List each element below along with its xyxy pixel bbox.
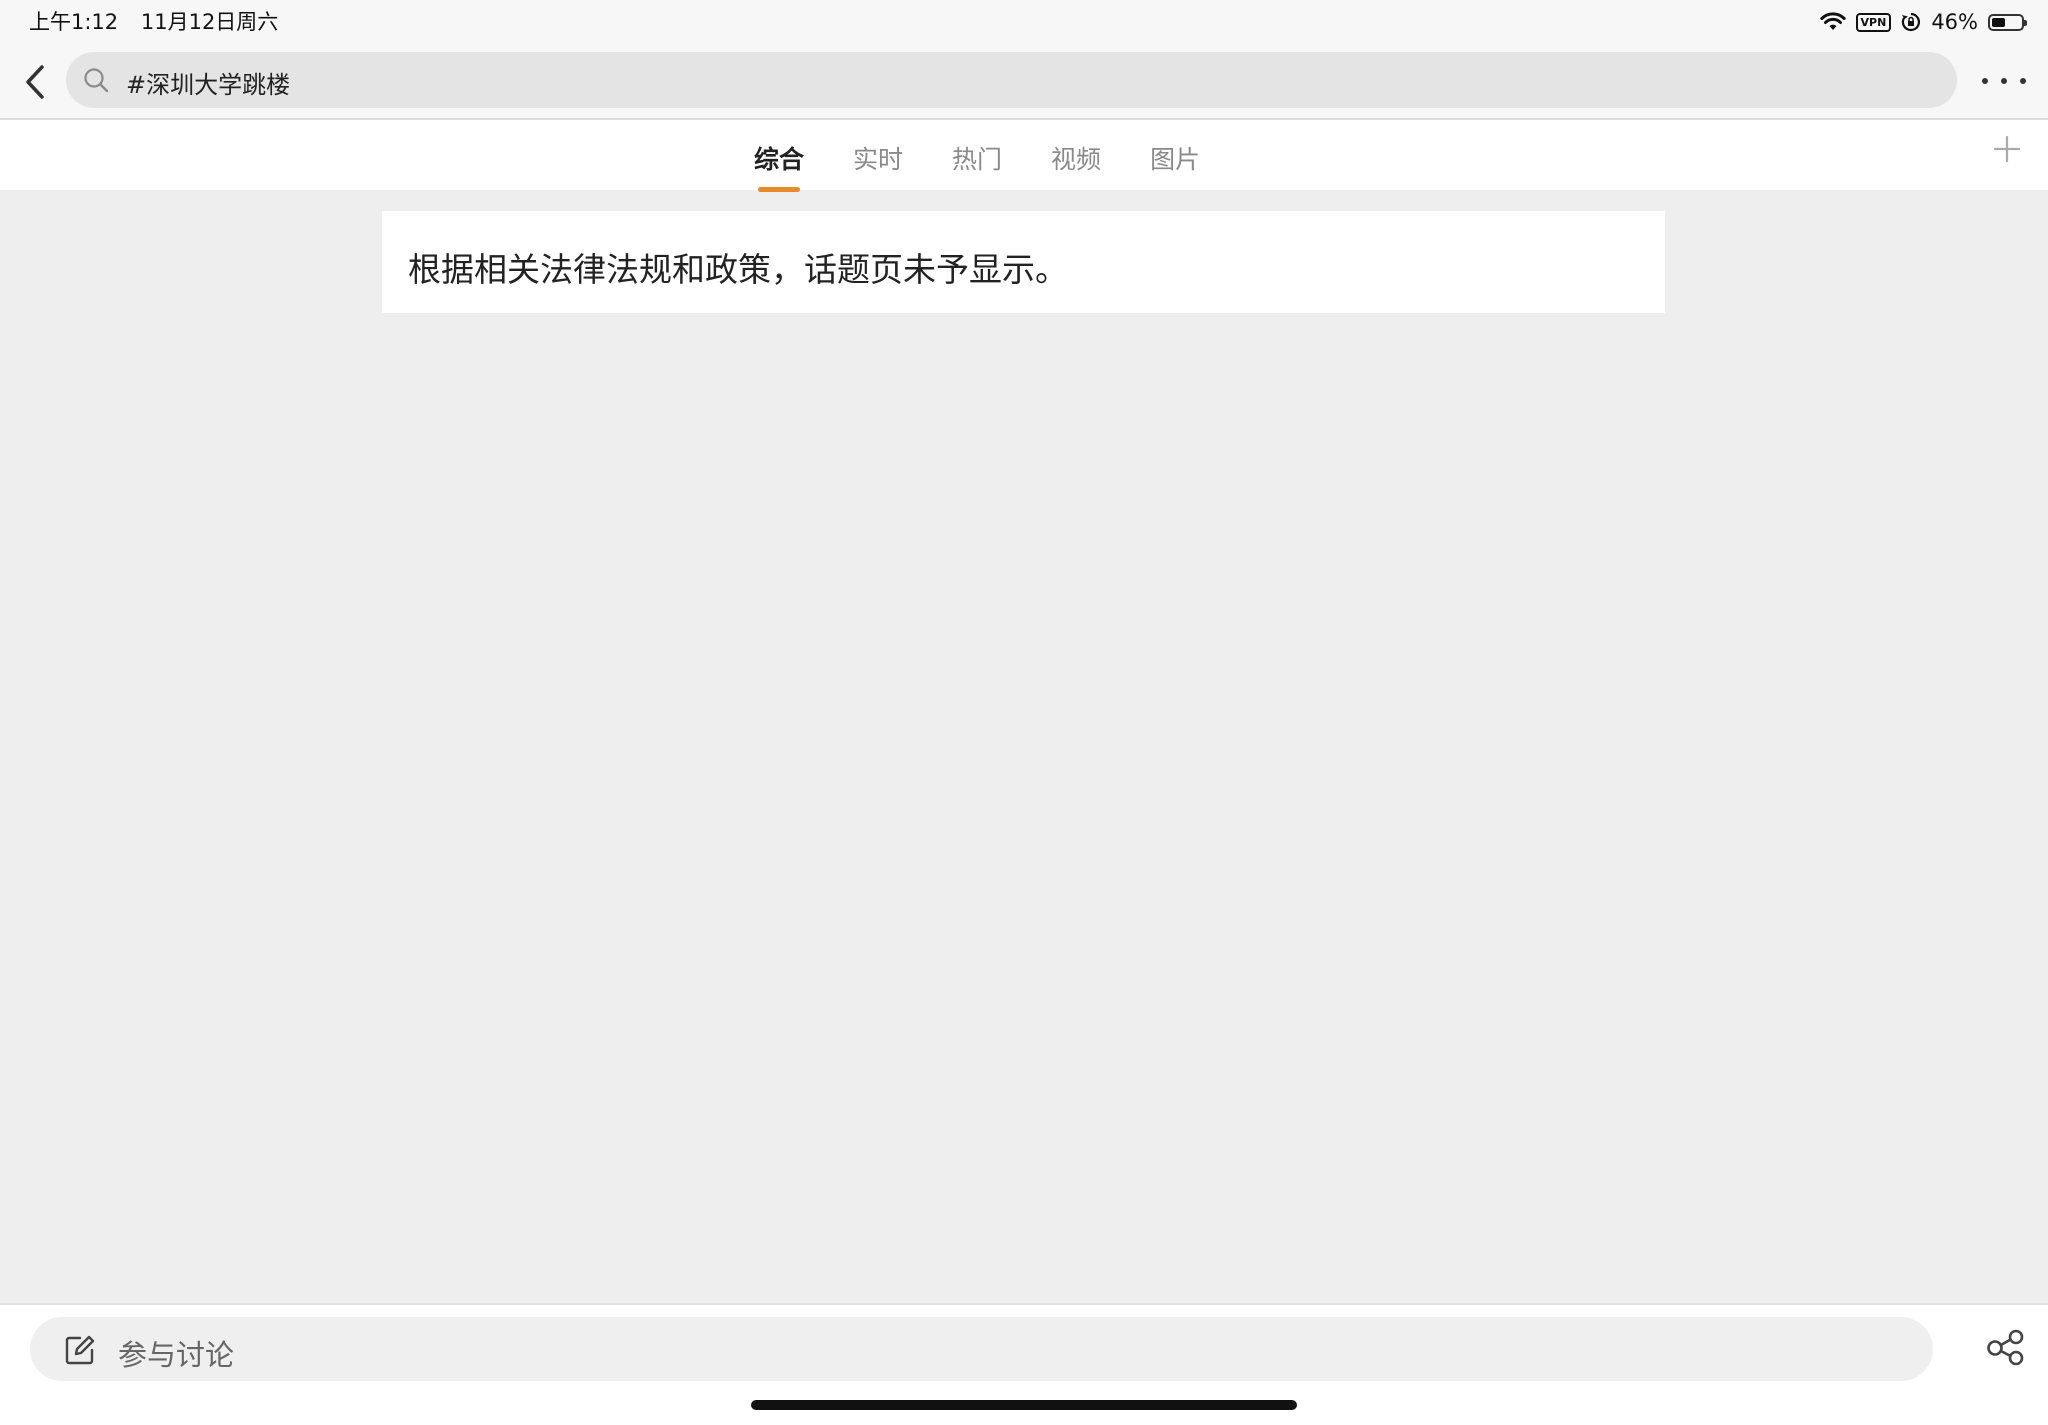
tab-label: 综合 bbox=[754, 145, 805, 174]
notice-text: 根据相关法律法规和政策，话题页未予显示。 bbox=[408, 250, 1068, 289]
more-button[interactable] bbox=[1982, 66, 2026, 96]
tab-realtime[interactable]: 实时 bbox=[853, 140, 903, 176]
wifi-icon bbox=[1819, 12, 1846, 30]
tab-video[interactable]: 视频 bbox=[1051, 140, 1101, 176]
status-indicators: VPN 46% bbox=[1819, 8, 2027, 36]
status-time-date: 上午1:12 11月12日周六 bbox=[29, 6, 278, 36]
search-header: #深圳大学跳楼 bbox=[0, 46, 2048, 120]
battery-cap bbox=[2024, 19, 2027, 26]
rotation-lock-icon bbox=[1902, 12, 1921, 32]
search-icon bbox=[84, 68, 109, 93]
tab-label: 热门 bbox=[952, 145, 1003, 174]
battery-icon bbox=[1988, 13, 2027, 31]
status-date: 11月12日周六 bbox=[140, 10, 279, 34]
plus-icon[interactable] bbox=[1992, 134, 2022, 164]
tab-bar: 综合 实时 热门 视频 图片 bbox=[0, 120, 2048, 192]
tab-comprehensive[interactable]: 综合 bbox=[754, 140, 805, 192]
status-bar: 上午1:12 11月12日周六 VPN 46% bbox=[0, 0, 2048, 46]
comment-placeholder: 参与讨论 bbox=[118, 1338, 235, 1372]
share-icon[interactable] bbox=[1986, 1327, 2026, 1367]
notice-card: 根据相关法律法规和政策，话题页未予显示。 bbox=[382, 211, 1665, 313]
status-time: 上午1:12 bbox=[29, 10, 119, 34]
tab-active-indicator bbox=[758, 187, 801, 192]
more-icon-dot bbox=[2020, 78, 2026, 84]
tab-label: 视频 bbox=[1051, 145, 1102, 174]
search-query: #深圳大学跳楼 bbox=[126, 71, 291, 99]
tab-label: 图片 bbox=[1150, 145, 1201, 174]
tab-hot[interactable]: 热门 bbox=[952, 140, 1002, 176]
more-icon bbox=[1982, 78, 1988, 84]
tab-list: 综合 实时 热门 视频 图片 bbox=[754, 140, 1200, 192]
comment-input[interactable]: 参与讨论 bbox=[30, 1317, 1933, 1381]
vpn-icon: VPN bbox=[1855, 12, 1892, 32]
more-icon-dot bbox=[2001, 78, 2007, 84]
back-icon bbox=[26, 65, 44, 99]
edit-icon bbox=[65, 1335, 95, 1365]
battery-fill bbox=[1992, 17, 2005, 27]
home-indicator[interactable] bbox=[751, 1400, 1297, 1410]
back-button[interactable] bbox=[18, 62, 52, 102]
bottom-bar: 参与讨论 bbox=[0, 1303, 2048, 1425]
tab-pictures[interactable]: 图片 bbox=[1150, 140, 1200, 176]
tab-label: 实时 bbox=[853, 145, 904, 174]
search-input[interactable]: #深圳大学跳楼 bbox=[66, 52, 1957, 108]
battery-percent: 46% bbox=[1931, 10, 1978, 34]
